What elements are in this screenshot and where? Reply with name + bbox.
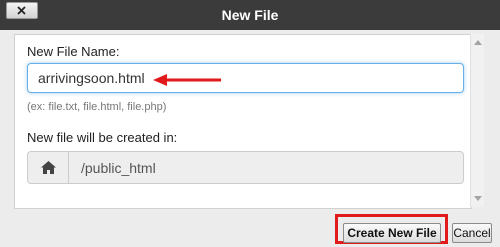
file-name-hint: (ex: file.txt, file.html, file.php)	[27, 101, 167, 113]
close-icon	[17, 6, 26, 15]
dialog-titlebar: New File	[0, 0, 500, 30]
dialog-title: New File	[221, 7, 279, 23]
home-addon	[28, 152, 69, 183]
home-icon	[41, 161, 56, 174]
create-new-file-button[interactable]: Create New File	[343, 223, 441, 243]
scrollbar[interactable]	[470, 34, 484, 207]
directory-field: /public_html	[27, 151, 464, 184]
cancel-button[interactable]: Cancel	[452, 223, 492, 243]
directory-value: /public_html	[81, 160, 156, 176]
scroll-up-icon[interactable]	[474, 40, 482, 45]
annotation-arrow-icon	[153, 74, 221, 86]
directory-label: New file will be created in:	[27, 130, 178, 145]
file-name-label: New File Name:	[27, 44, 120, 59]
file-name-input[interactable]	[27, 63, 464, 93]
scroll-down-icon[interactable]	[474, 196, 482, 201]
close-button[interactable]	[6, 2, 38, 19]
